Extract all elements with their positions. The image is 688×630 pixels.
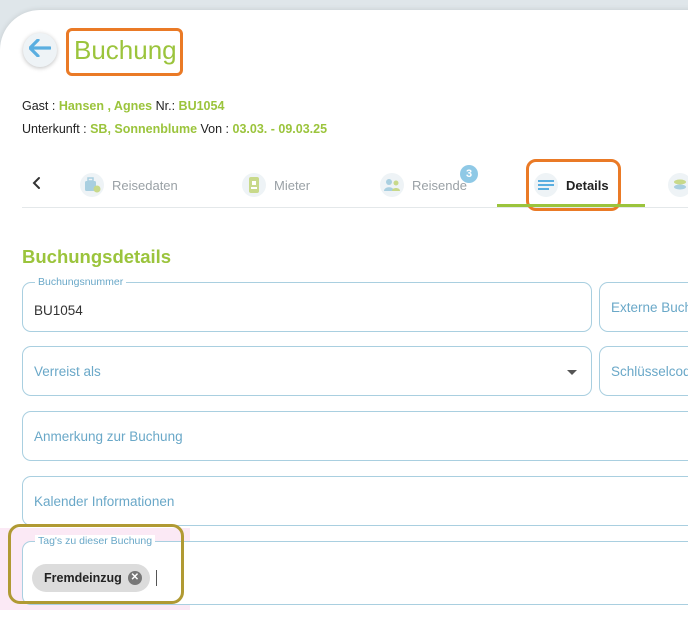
field-placeholder: Verreist als (34, 364, 101, 379)
dropdown-arrow-icon[interactable] (567, 370, 577, 375)
tab-reisende[interactable]: Reisende (380, 172, 467, 198)
tab-label: Reisende (412, 177, 467, 193)
tab-label: Reisedaten (112, 177, 178, 193)
guest-name: Hansen , Agnes (58, 99, 153, 113)
tab-mieter[interactable]: Mieter (242, 172, 310, 198)
date-range: 03.03. - 09.03.25 (232, 122, 328, 136)
accommodation-info: Unterkunft : SB, Sonnenblume Von : 03.03… (22, 122, 328, 136)
tags-highlight (8, 524, 184, 604)
field-placeholder: Kalender Informationen (34, 494, 175, 509)
tab-more[interactable] (668, 172, 688, 198)
booking-number-field[interactable]: Buchungsnummer BU1054 (22, 276, 592, 332)
field-legend: Buchungsnummer (35, 276, 127, 288)
reisende-count-badge: 3 (460, 165, 478, 183)
booking-nr: BU1054 (178, 99, 225, 113)
guest-info: Gast : Hansen , Agnes Nr.: BU1054 (22, 99, 225, 113)
field-placeholder: Schlüsselcod (611, 364, 688, 379)
tab-bar: Reisedaten Mieter Reisende 3 Details (22, 150, 688, 211)
booking-note-field[interactable]: Anmerkung zur Buchung (22, 411, 688, 461)
field-value[interactable]: BU1054 (34, 303, 83, 318)
arrow-left-icon (28, 37, 52, 62)
field-placeholder: Externe Buch (611, 300, 688, 315)
key-code-field[interactable]: Schlüsselcod (599, 346, 688, 396)
id-card-icon (242, 173, 266, 197)
accommodation-name: SB, Sonnenblume (90, 122, 198, 136)
tab-label: Mieter (274, 177, 311, 193)
people-icon (380, 173, 404, 197)
tab-details[interactable]: Details (534, 172, 609, 198)
coins-icon (668, 173, 688, 197)
list-icon (534, 173, 558, 197)
traveling-as-select[interactable]: Verreist als (22, 346, 592, 396)
external-booking-field[interactable]: Externe Buch (599, 282, 688, 332)
tab-label: Details (566, 177, 609, 193)
chevron-left-icon[interactable] (32, 176, 42, 195)
calendar-info-field[interactable]: Kalender Informationen (22, 476, 688, 526)
section-title: Buchungsdetails (22, 246, 172, 267)
suitcase-icon (80, 173, 104, 197)
tab-reisedaten[interactable]: Reisedaten (80, 172, 178, 198)
active-tab-indicator (497, 204, 645, 207)
page-title: Buchung (74, 35, 177, 65)
back-button[interactable] (23, 33, 57, 67)
field-placeholder: Anmerkung zur Buchung (34, 429, 183, 444)
